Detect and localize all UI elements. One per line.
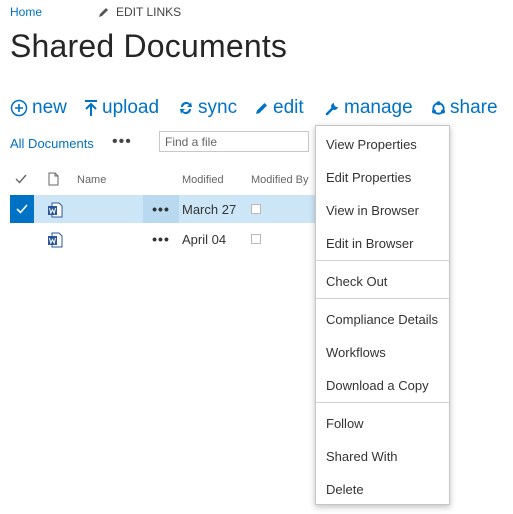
sync-label: sync bbox=[198, 97, 238, 118]
modified-by-checkbox[interactable] bbox=[251, 234, 261, 244]
word-icon bbox=[48, 202, 63, 218]
column-modified[interactable]: Modified bbox=[182, 174, 224, 186]
sync-icon bbox=[180, 102, 192, 114]
menu-item-shared-with[interactable]: Shared With bbox=[326, 449, 398, 464]
column-name[interactable]: Name bbox=[77, 174, 106, 186]
table-row[interactable]: ••• March 27 bbox=[10, 195, 315, 223]
upload-button[interactable]: upload bbox=[84, 97, 159, 119]
row-checkbox[interactable] bbox=[10, 195, 34, 223]
new-button[interactable]: new bbox=[10, 97, 67, 119]
new-label: new bbox=[32, 97, 67, 118]
manage-label: manage bbox=[344, 97, 413, 118]
list-header: Name Modified Modified By bbox=[0, 168, 320, 192]
row-menu-button[interactable]: ••• bbox=[143, 225, 179, 253]
menu-divider bbox=[316, 260, 449, 261]
menu-item-edit-properties[interactable]: Edit Properties bbox=[326, 170, 411, 185]
context-menu: View Properties Edit Properties View in … bbox=[315, 125, 450, 505]
checkmark-icon bbox=[16, 204, 28, 214]
menu-item-view-properties[interactable]: View Properties bbox=[326, 137, 417, 152]
menu-item-edit-in-browser[interactable]: Edit in Browser bbox=[326, 236, 413, 251]
share-label: share bbox=[450, 97, 498, 118]
plus-circle-icon bbox=[10, 99, 28, 117]
menu-item-follow[interactable]: Follow bbox=[326, 416, 364, 431]
edit-links-button[interactable]: EDIT LINKS bbox=[98, 5, 181, 19]
page-title: Shared Documents bbox=[10, 28, 288, 64]
upload-label: upload bbox=[102, 97, 160, 118]
manage-button[interactable]: manage bbox=[325, 97, 413, 119]
search-input[interactable]: Find a file bbox=[159, 131, 309, 152]
modified-date: April 04 bbox=[182, 232, 227, 247]
word-icon bbox=[48, 232, 63, 248]
edit-links-label: EDIT LINKS bbox=[116, 5, 182, 19]
share-button[interactable]: share bbox=[431, 97, 498, 119]
edit-button[interactable]: edit bbox=[255, 97, 304, 119]
modified-by-checkbox[interactable] bbox=[251, 204, 261, 214]
upload-icon bbox=[85, 100, 97, 116]
document-icon bbox=[48, 172, 59, 186]
sync-button[interactable]: sync bbox=[178, 97, 237, 119]
row-menu-button[interactable]: ••• bbox=[143, 195, 179, 223]
menu-item-download-a-copy[interactable]: Download a Copy bbox=[326, 378, 429, 393]
share-icon bbox=[432, 100, 445, 115]
column-modified-by[interactable]: Modified By bbox=[251, 174, 308, 186]
wrench-icon bbox=[325, 102, 338, 115]
menu-item-workflows[interactable]: Workflows bbox=[326, 345, 386, 360]
home-link[interactable]: Home bbox=[10, 5, 42, 19]
menu-item-check-out[interactable]: Check Out bbox=[326, 274, 387, 289]
menu-item-delete[interactable]: Delete bbox=[326, 482, 364, 497]
modified-date: March 27 bbox=[182, 202, 237, 217]
pencil-icon bbox=[256, 103, 267, 114]
table-row[interactable]: ••• April 04 bbox=[10, 225, 315, 253]
menu-item-compliance-details[interactable]: Compliance Details bbox=[326, 312, 438, 327]
view-more-button[interactable]: ••• bbox=[112, 133, 132, 151]
menu-divider bbox=[316, 402, 449, 403]
menu-divider bbox=[316, 298, 449, 299]
checkmark-icon[interactable] bbox=[15, 174, 27, 184]
edit-label: edit bbox=[273, 97, 304, 118]
view-all-documents[interactable]: All Documents bbox=[10, 136, 94, 151]
pencil-icon bbox=[99, 8, 108, 17]
menu-item-view-in-browser[interactable]: View in Browser bbox=[326, 203, 419, 218]
